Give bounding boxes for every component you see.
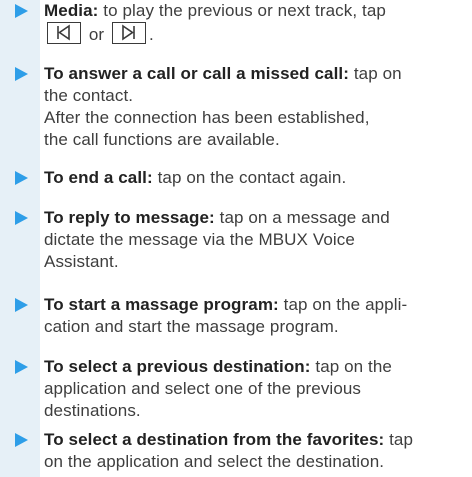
item-text: tap on the appli- xyxy=(278,295,408,314)
text-line: the contact. xyxy=(44,86,134,105)
bullet-arrow-icon xyxy=(15,171,28,185)
bullet-arrow-icon xyxy=(15,433,28,447)
text-line: After the connection has been establishe… xyxy=(44,108,370,127)
end-text: . xyxy=(148,25,154,44)
text-line: To end a call: tap on the contact again. xyxy=(44,167,470,189)
list-item-text: To answer a call or call a missed call: … xyxy=(44,63,470,151)
list-item-text: To select a previous destination: tap on… xyxy=(44,356,470,422)
text-line: To select a destination from the favorit… xyxy=(44,429,470,451)
text-line: Media: to play the previous or next trac… xyxy=(44,0,470,22)
text-line: application and select one of the previo… xyxy=(44,379,362,398)
text-line: To reply to message: tap on a message an… xyxy=(44,207,470,229)
bullet-arrow-icon xyxy=(15,4,28,18)
item-text: tap on xyxy=(349,64,402,83)
text-line: To select a previous destination: tap on… xyxy=(44,356,470,378)
bullet-arrow-icon xyxy=(15,67,28,81)
item-lead: To start a massage program: xyxy=(44,295,279,314)
bullet-arrow-icon xyxy=(15,360,28,374)
skip-next-icon xyxy=(111,22,146,44)
item-text: tap on the xyxy=(310,357,392,376)
manual-page: Media: to play the previous or next trac… xyxy=(0,0,472,477)
item-lead: To reply to message: xyxy=(44,208,215,227)
text-line: the call functions are available. xyxy=(44,130,280,149)
bullet-arrow-icon xyxy=(15,298,28,312)
text-line: dictate the message via the MBUX Voice xyxy=(44,230,355,249)
text-line: destinations. xyxy=(44,401,141,420)
skip-previous-icon xyxy=(47,22,81,44)
text-line: To answer a call or call a missed call: … xyxy=(44,63,470,85)
item-lead: To select a destination from the favorit… xyxy=(44,430,385,449)
item-text: tap on a message and xyxy=(214,208,390,227)
list-item-text: Media: to play the previous or next trac… xyxy=(44,0,470,46)
list-item-text: To end a call: tap on the contact again. xyxy=(44,167,470,189)
list-item-text: To start a massage program: tap on the a… xyxy=(44,294,470,338)
list-item-text: To select a destination from the favorit… xyxy=(44,429,470,473)
text-line: on the application and select the destin… xyxy=(44,452,385,471)
item-text: tap xyxy=(384,430,414,449)
item-lead: To answer a call or call a missed call: xyxy=(44,64,350,83)
item-text: to play the previous or next track, tap xyxy=(98,1,386,20)
text-line: cation and start the massage program. xyxy=(44,317,339,336)
item-text: tap on the contact again. xyxy=(152,168,347,187)
item-lead: Media: xyxy=(44,1,99,20)
item-lead: To select a previous destination: xyxy=(44,357,311,376)
text-line: Assistant. xyxy=(44,252,119,271)
text-line: To start a massage program: tap on the a… xyxy=(44,294,470,316)
item-lead: To end a call: xyxy=(44,168,153,187)
or-text: or xyxy=(84,25,109,44)
list-item-text: To reply to message: tap on a message an… xyxy=(44,207,470,273)
bullet-arrow-icon xyxy=(15,211,28,225)
text-line: or . xyxy=(44,22,470,46)
